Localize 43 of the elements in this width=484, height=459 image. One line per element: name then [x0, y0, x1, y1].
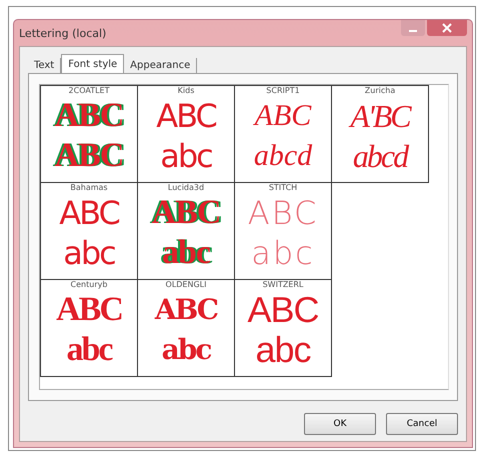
font-name: OLDENGLI — [166, 280, 206, 290]
uppercase-sample: A'BC — [350, 97, 410, 136]
font-sample-tile[interactable]: 2COATLET ABC ABC — [40, 85, 138, 183]
font-sample-tile[interactable]: Zuricha A'BC abcd — [331, 85, 429, 183]
dialog-button[interactable]: OK — [304, 413, 376, 435]
lowercase-sample: abcd — [254, 138, 312, 174]
lowercase-sample: abc — [63, 233, 115, 273]
lowercase-sample: abc — [160, 136, 212, 176]
lowercase-sample: abc — [162, 233, 210, 273]
font-sample-tile[interactable]: Centuryb ABC abc — [40, 279, 138, 377]
uppercase-sample: ABC — [59, 193, 119, 233]
font-name: SWITZERL — [262, 280, 304, 290]
dash-icon — [409, 30, 417, 32]
close-icon — [442, 23, 452, 33]
font-name: SCRIPT1 — [266, 86, 300, 96]
uppercase-sample: ABC — [154, 292, 218, 328]
close-button[interactable] — [427, 20, 467, 36]
lowercase-sample: abcd — [352, 137, 408, 176]
uppercase-sample: ABC — [152, 193, 220, 233]
font-name: Zuricha — [364, 86, 396, 96]
uppercase-sample: ABC — [254, 98, 312, 134]
font-name: 2COATLET — [68, 86, 110, 96]
lowercase-sample: abc — [162, 332, 210, 368]
minimize-button[interactable] — [401, 20, 425, 36]
uppercase-sample: ABC — [54, 96, 124, 136]
uppercase-sample: ABC — [247, 290, 319, 330]
font-name: Bahamas — [70, 183, 108, 193]
font-name: STITCH — [268, 183, 298, 193]
uppercase-sample: ABC — [156, 96, 216, 136]
lowercase-sample: abc — [251, 233, 315, 273]
dialog-button[interactable]: Cancel — [386, 413, 458, 435]
font-name: Centuryb — [70, 280, 108, 290]
uppercase-sample: ABC — [248, 193, 318, 233]
uppercase-sample: ABC — [56, 290, 122, 330]
font-sample-tile[interactable]: SWITZERL ABC abc — [234, 279, 332, 377]
tab[interactable]: Font style — [61, 54, 124, 73]
lowercase-sample: ABC — [54, 136, 124, 176]
lowercase-sample: abc — [66, 330, 112, 370]
font-sample-tile[interactable]: OLDENGLI ABC abc — [137, 279, 235, 377]
font-name: Kids — [178, 86, 194, 96]
lowercase-sample: abc — [255, 330, 311, 370]
font-name: Lucida3d — [168, 183, 204, 193]
window-title: Lettering (local) — [19, 26, 106, 40]
